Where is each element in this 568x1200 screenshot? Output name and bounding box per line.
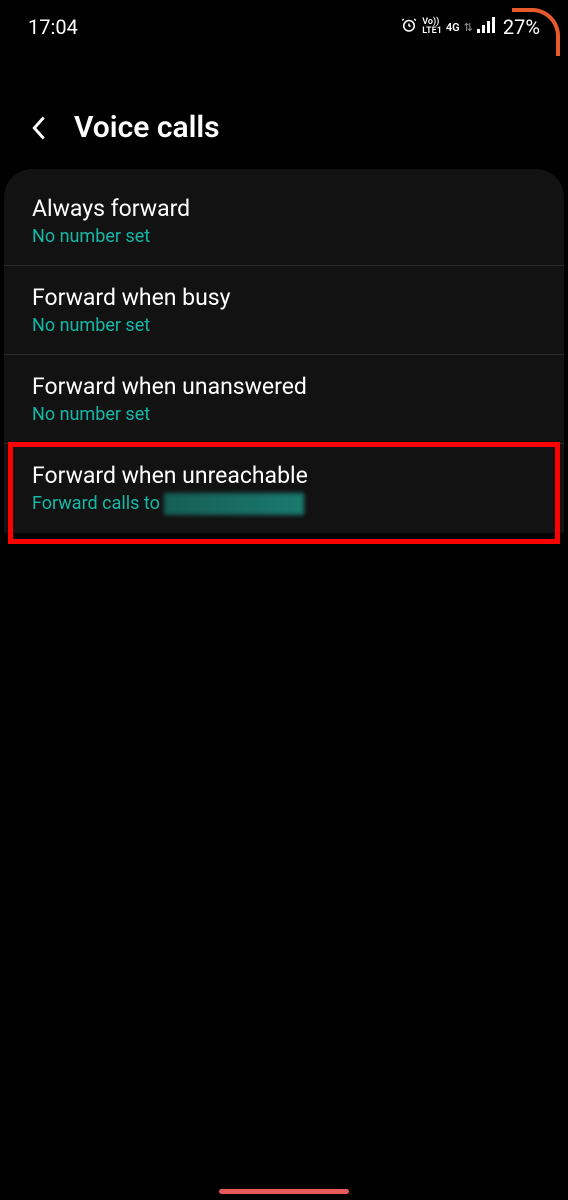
setting-subtitle: No number set (32, 315, 536, 336)
setting-subtitle: Forward calls to (32, 493, 536, 515)
volte-icon: Vo)) LTE1 (422, 18, 442, 36)
redacted-phone-number (164, 493, 304, 515)
setting-title: Forward when unreachable (32, 462, 536, 489)
setting-forward-unanswered[interactable]: Forward when unanswered No number set (4, 355, 564, 444)
setting-subtitle: No number set (32, 404, 536, 425)
setting-title: Always forward (32, 195, 536, 222)
status-time: 17:04 (28, 15, 78, 39)
page-title: Voice calls (74, 110, 220, 145)
page-header: Voice calls (0, 50, 568, 169)
back-button[interactable] (28, 114, 50, 142)
data-arrows-icon: ⇅ (464, 21, 473, 34)
chevron-left-icon (28, 114, 50, 142)
network-indicator: 4G (446, 21, 460, 34)
setting-forward-busy[interactable]: Forward when busy No number set (4, 266, 564, 355)
status-bar: 17:04 Vo)) LTE1 4G ⇅ (0, 0, 568, 50)
home-indicator[interactable] (219, 1189, 349, 1194)
alarm-icon (400, 16, 418, 38)
setting-title: Forward when busy (32, 284, 536, 311)
setting-title: Forward when unanswered (32, 373, 536, 400)
setting-forward-unreachable[interactable]: Forward when unreachable Forward calls t… (4, 444, 564, 533)
settings-panel: Always forward No number set Forward whe… (4, 169, 564, 533)
setting-subtitle: No number set (32, 226, 536, 247)
setting-always-forward[interactable]: Always forward No number set (4, 177, 564, 266)
signal-icon (477, 17, 497, 37)
